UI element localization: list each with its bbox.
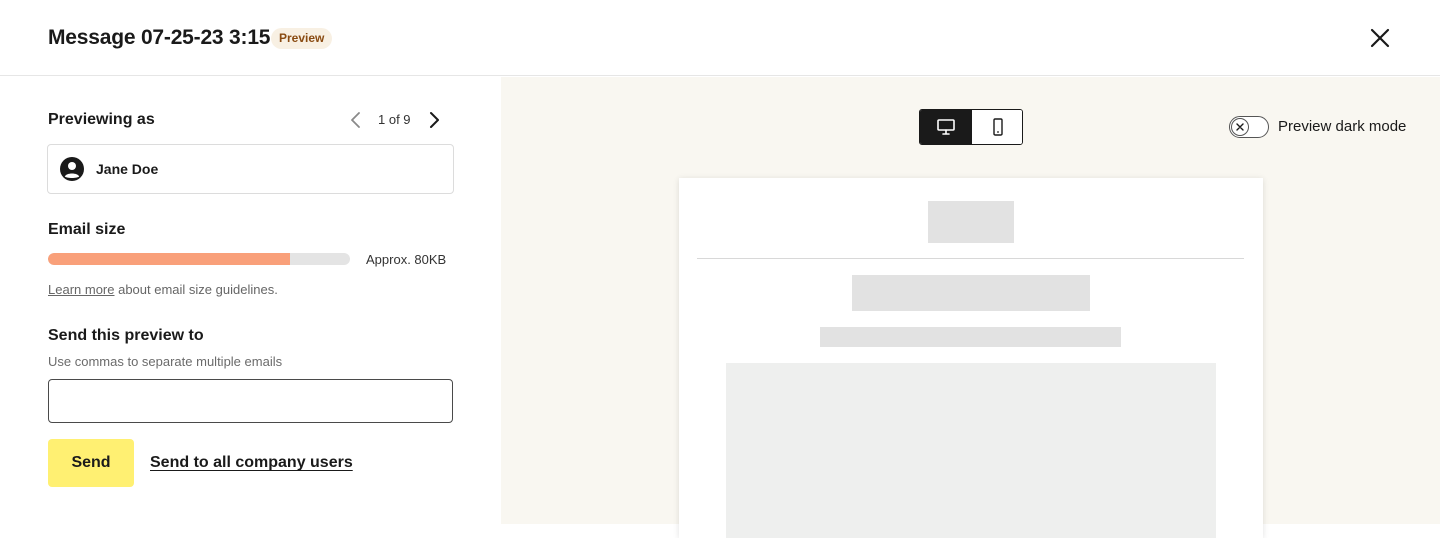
preview-email-input[interactable] xyxy=(48,379,453,423)
email-size-title: Email size xyxy=(48,221,126,238)
send-preview-title: Send this preview to xyxy=(48,327,204,344)
desktop-view-button[interactable] xyxy=(920,110,972,144)
learn-more-link[interactable]: Learn more xyxy=(48,282,114,297)
image-placeholder xyxy=(726,363,1216,538)
recipient-name: Jane Doe xyxy=(96,161,159,177)
chevron-left-icon xyxy=(351,112,360,128)
send-to-all-link[interactable]: Send to all company users xyxy=(150,454,353,472)
logo-placeholder xyxy=(928,201,1014,243)
dark-mode-label: Preview dark mode xyxy=(1278,118,1407,135)
close-button[interactable] xyxy=(1366,24,1394,52)
mobile-view-button[interactable] xyxy=(972,110,1022,144)
email-size-bar-fill xyxy=(48,253,290,265)
settings-panel: Previewing as 1 of 9 Jane Doe Email size… xyxy=(0,77,501,524)
headline-placeholder xyxy=(852,275,1090,311)
email-preview-card xyxy=(679,178,1263,538)
send-button[interactable]: Send xyxy=(48,439,134,487)
size-guideline-text: Learn more about email size guidelines. xyxy=(48,282,278,297)
mobile-icon xyxy=(993,118,1003,136)
email-divider xyxy=(697,258,1244,259)
page-title: Message 07-25-23 3:15 xyxy=(48,26,271,49)
chevron-right-icon xyxy=(430,112,439,128)
subheadline-placeholder xyxy=(820,327,1121,347)
pager-count: 1 of 9 xyxy=(378,112,411,127)
send-preview-hint: Use commas to separate multiple emails xyxy=(48,354,283,369)
next-recipient-button[interactable] xyxy=(424,110,444,130)
prev-recipient-button[interactable] xyxy=(346,110,366,130)
recipient-select[interactable]: Jane Doe xyxy=(47,144,454,194)
modal-header: Message 07-25-23 3:15 Preview xyxy=(0,0,1440,76)
preview-pane: Preview dark mode xyxy=(501,77,1440,538)
previewing-as-title: Previewing as xyxy=(48,111,155,128)
desktop-icon xyxy=(937,119,955,135)
recipient-pager: 1 of 9 xyxy=(342,108,454,132)
email-size-label: Approx. 80KB xyxy=(366,252,447,267)
x-icon xyxy=(1236,123,1244,131)
guideline-suffix: about email size guidelines. xyxy=(114,282,278,297)
device-toggle xyxy=(919,109,1023,145)
dark-mode-toggle[interactable] xyxy=(1229,116,1269,138)
user-avatar-icon xyxy=(60,157,84,181)
email-size-bar xyxy=(48,253,350,265)
close-icon xyxy=(1370,28,1390,48)
preview-badge: Preview xyxy=(271,28,333,49)
toggle-knob xyxy=(1231,118,1249,136)
